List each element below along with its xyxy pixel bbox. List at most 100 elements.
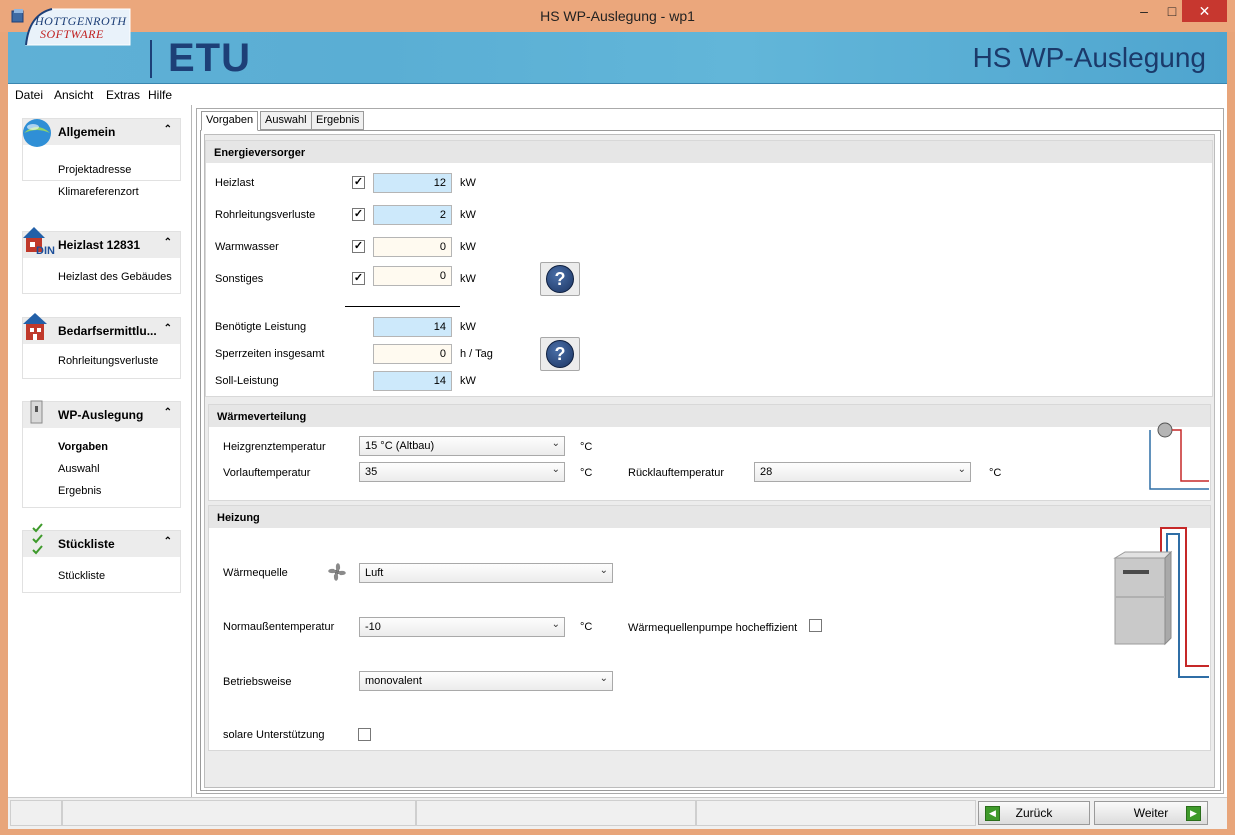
betriebsweise-select[interactable]: monovalent ⌄ — [359, 671, 613, 691]
tab-ergebnis[interactable]: Ergebnis — [311, 111, 365, 130]
normaussentemperatur-select[interactable]: -10 ⌄ — [359, 617, 565, 637]
heizlast-input[interactable]: 12 — [373, 173, 452, 193]
sum-line — [345, 306, 460, 307]
sonstiges-label: Sonstiges — [215, 273, 264, 285]
heizlast-checkbox[interactable]: ✓ — [352, 176, 365, 189]
collapse-chevron-icon[interactable]: ⌃ — [164, 536, 172, 547]
sidebar-item-auswahl[interactable]: Auswahl — [58, 463, 100, 475]
collapse-chevron-icon[interactable]: ⌃ — [164, 323, 172, 334]
help-icon: ? — [546, 340, 574, 368]
menu-datei[interactable]: Datei — [15, 88, 43, 102]
group-title: Bedarfsermittlu... — [58, 324, 157, 338]
next-button-label: Weiter — [1133, 806, 1169, 820]
waermequelle-select[interactable]: Luft ⌄ — [359, 563, 613, 583]
solare-unterstuetzung-checkbox[interactable] — [358, 728, 371, 741]
vorlauf-unit: °C — [580, 467, 593, 479]
sidebar-item-klimareferenzort[interactable]: Klimareferenzort — [58, 186, 139, 198]
benoetigte-leistung-value: 14 — [373, 317, 452, 337]
solare-unterstuetzung-label: solare Unterstützung — [223, 729, 325, 741]
sidebar-item-heizlast-gebaeude[interactable]: Heizlast des Gebäudes — [58, 271, 172, 283]
sidebar-group-wp-auslegung: WP-Auslegung ⌃ Vorgaben Auswahl Ergebnis — [22, 400, 181, 508]
menu-ansicht[interactable]: Ansicht — [54, 88, 93, 102]
waermequellenpumpe-checkbox[interactable] — [809, 619, 822, 632]
sonstiges-input[interactable]: 0 — [373, 266, 452, 286]
distribution-diagram-icon — [1149, 422, 1209, 490]
group-header[interactable]: WP-Auslegung ⌃ — [23, 402, 180, 428]
help-button[interactable]: ? — [540, 262, 580, 296]
chevron-down-icon: ⌄ — [551, 464, 560, 475]
select-value: monovalent — [365, 675, 422, 687]
select-value: Luft — [365, 567, 384, 579]
warmwasser-input[interactable]: 0 — [373, 237, 452, 257]
house-icon — [23, 313, 47, 340]
status-cell — [62, 800, 416, 826]
next-button[interactable]: Weiter ▶ — [1094, 801, 1208, 825]
status-cell — [10, 800, 62, 826]
rohrleitungsverluste-input[interactable]: 2 — [373, 205, 452, 225]
section-waermeverteilung: Wärmeverteilung Heizgrenztemperatur 15 °… — [208, 404, 1211, 501]
heizlast-unit: kW — [460, 177, 476, 189]
group-title: Heizlast 12831 — [58, 238, 141, 252]
soll-leistung-unit: kW — [460, 375, 476, 387]
group-title: Stückliste — [58, 537, 115, 551]
arrow-left-icon: ◀ — [985, 806, 1000, 821]
sidebar-group-heizlast: Heizlast 12831 ⌃ DIN Heizlast des Gebäud… — [22, 227, 181, 294]
sonstiges-checkbox[interactable]: ✓ — [352, 272, 365, 285]
fan-icon — [328, 563, 346, 581]
select-value: 28 — [760, 466, 773, 478]
sidebar-group-bedarfsermittlung: Bedarfsermittlu... ⌃ Rohrleitungsverlust… — [22, 313, 181, 379]
minimize-button[interactable]: – — [1130, 0, 1158, 22]
sidebar-item-ergebnis[interactable]: Ergebnis — [58, 485, 101, 497]
ruecklauf-unit: °C — [989, 467, 1002, 479]
sidebar-item-rohrleitungsverluste[interactable]: Rohrleitungsverluste — [58, 355, 158, 367]
tab-vorgaben[interactable]: Vorgaben — [201, 111, 259, 131]
sidebar-item-stueckliste[interactable]: Stückliste — [58, 570, 105, 582]
group-header[interactable]: Stückliste ⌃ — [23, 531, 180, 557]
normaussentemperatur-label: Normaußentemperatur — [223, 621, 335, 633]
banner-title: HS WP-Auslegung — [972, 42, 1206, 73]
menu-extras[interactable]: Extras — [106, 88, 140, 102]
menu-hilfe[interactable]: Hilfe — [148, 88, 172, 102]
ruecklauftemperatur-label: Rücklauftemperatur — [628, 467, 724, 479]
back-button[interactable]: ◀ Zurück — [978, 801, 1090, 825]
select-value: 35 — [365, 466, 378, 478]
section-title: Wärmeverteilung — [209, 405, 1210, 427]
window-title: HS WP-Auslegung - wp1 — [540, 8, 695, 24]
sidebar-item-projektadresse[interactable]: Projektadresse — [58, 164, 131, 176]
vorlauftemperatur-select[interactable]: 35 ⌄ — [359, 462, 565, 482]
checklist-icon — [32, 523, 43, 555]
sidebar-group-allgemein: Allgemein ⌃ Projektadresse Klimareferenz… — [22, 118, 181, 198]
collapse-chevron-icon[interactable]: ⌃ — [164, 407, 172, 418]
chevron-down-icon: ⌄ — [957, 464, 966, 475]
waermequelle-label: Wärmequelle — [223, 567, 288, 579]
benoetigte-leistung-label: Benötigte Leistung — [215, 321, 307, 333]
close-button[interactable]: ✕ — [1182, 0, 1227, 22]
soll-leistung-value: 14 — [373, 371, 452, 391]
tab-auswahl[interactable]: Auswahl — [260, 111, 312, 130]
group-title: WP-Auslegung — [58, 408, 144, 422]
section-title: Energieversorger — [206, 141, 1212, 163]
collapse-chevron-icon[interactable]: ⌃ — [164, 237, 172, 248]
help-button-sperrzeiten[interactable]: ? — [540, 337, 580, 371]
sidebar-item-vorgaben[interactable]: Vorgaben — [58, 441, 108, 453]
section-energieversorger: Energieversorger Heizlast ✓ 12 kW Rohrle… — [205, 140, 1213, 397]
betriebsweise-label: Betriebsweise — [223, 676, 292, 688]
rohrleitungsverluste-unit: kW — [460, 209, 476, 221]
rohrleitungsverluste-checkbox[interactable]: ✓ — [352, 208, 365, 221]
group-title: Allgemein — [58, 125, 116, 139]
warmwasser-checkbox[interactable]: ✓ — [352, 240, 365, 253]
globe-icon — [23, 119, 51, 147]
sperrzeiten-input[interactable]: 0 — [373, 344, 452, 364]
heizgrenztemperatur-select[interactable]: 15 °C (Altbau) ⌄ — [359, 436, 565, 456]
vorlauftemperatur-label: Vorlauftemperatur — [223, 467, 311, 479]
chevron-down-icon: ⌄ — [599, 565, 608, 576]
back-button-label: Zurück — [1015, 806, 1053, 820]
status-cell — [696, 800, 976, 826]
ruecklauftemperatur-select[interactable]: 28 ⌄ — [754, 462, 971, 482]
waermequellenpumpe-label: Wärmequellenpumpe hocheffizient — [628, 622, 798, 634]
benoetigte-leistung-unit: kW — [460, 321, 476, 333]
collapse-chevron-icon[interactable]: ⌃ — [164, 124, 172, 135]
chevron-down-icon: ⌄ — [551, 438, 560, 449]
section-heizung: Heizung Wärmequelle Luft ⌄ Normaußentemp… — [208, 505, 1211, 751]
warmwasser-label: Warmwasser — [215, 241, 279, 253]
